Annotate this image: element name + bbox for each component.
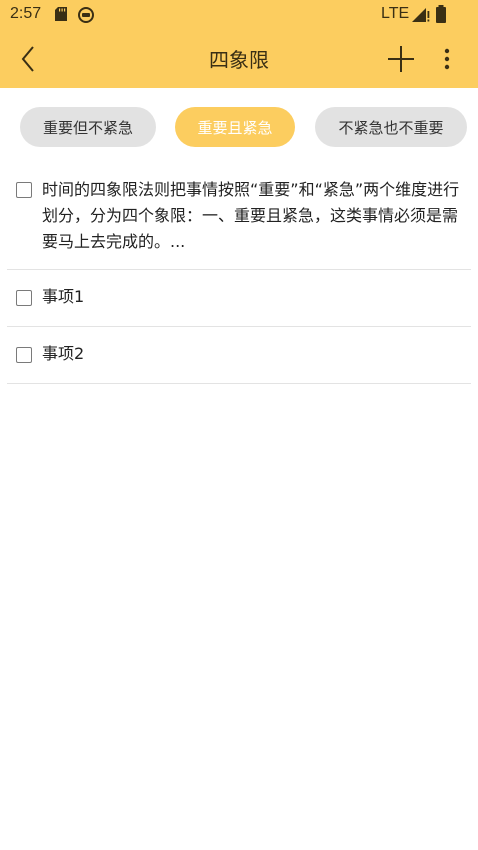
more-vert-icon: [444, 48, 450, 70]
sd-card-icon: [55, 7, 67, 21]
network-label: LTE: [381, 5, 410, 22]
filter-important-and-urgent[interactable]: 重要且紧急: [175, 107, 295, 147]
status-bar: 2:57 LTE: [0, 0, 478, 30]
more-options-button[interactable]: [432, 39, 462, 79]
task-checkbox[interactable]: [16, 182, 32, 198]
battery-icon: [436, 5, 446, 23]
task-text: 事项1: [42, 287, 85, 306]
task-checkbox[interactable]: [16, 347, 32, 363]
add-button[interactable]: [382, 39, 420, 79]
task-checkbox[interactable]: [16, 290, 32, 306]
task-list: 时间的四象限法则把事情按照“重要”和“紧急”两个维度进行划分，分为四个象限：一、…: [7, 165, 471, 384]
status-time: 2:57: [10, 5, 42, 22]
plus-icon: [388, 46, 414, 72]
task-text: 事项2: [42, 344, 85, 363]
list-item[interactable]: 事项2: [7, 327, 471, 384]
filter-important-not-urgent[interactable]: 重要但不紧急: [20, 107, 156, 147]
task-text: 时间的四象限法则把事情按照“重要”和“紧急”两个维度进行划分，分为四个象限：一、…: [42, 180, 460, 251]
signal-icon: [412, 8, 430, 22]
list-item[interactable]: 时间的四象限法则把事情按照“重要”和“紧急”两个维度进行划分，分为四个象限：一、…: [7, 165, 471, 270]
app-bar: 四象限: [0, 30, 478, 88]
filter-not-urgent-not-important[interactable]: 不紧急也不重要: [315, 107, 467, 147]
list-item[interactable]: 事项1: [7, 270, 471, 327]
quadrant-filter-tabs: 重要但不紧急 重要且紧急 不紧急也不重要: [0, 107, 478, 147]
camera-icon: [78, 7, 94, 23]
